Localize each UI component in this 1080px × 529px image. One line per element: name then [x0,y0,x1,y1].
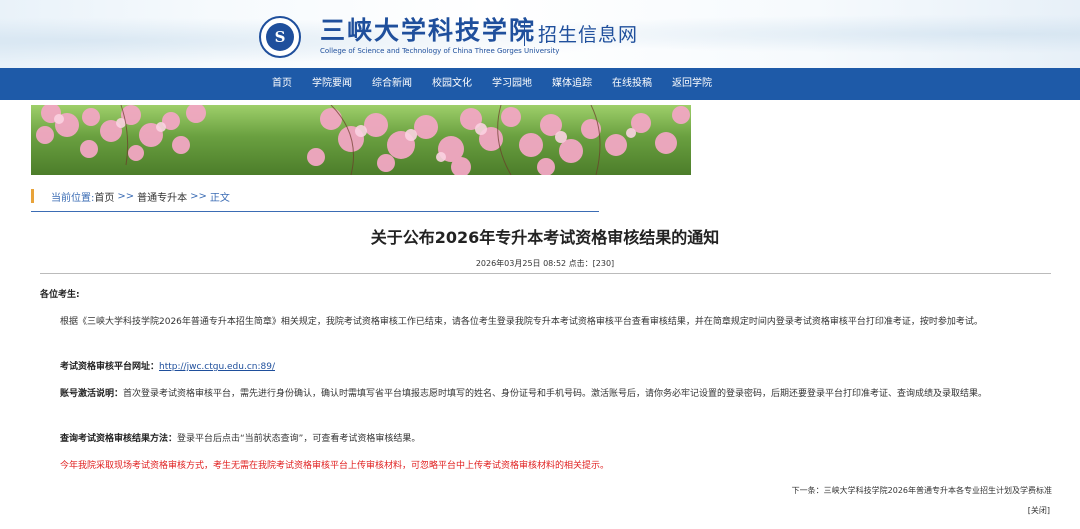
article-divider [40,273,1051,274]
article-notice-red: 今年我院采取现场考试资格审核方式，考生无需在我院考试资格审核平台上传审核材料，可… [60,461,610,471]
next-article: 下一条：三峡大学科技学院2026年普通专升本各专业招生计划及学费标准 [792,485,1052,496]
breadcrumb-separator: >> [117,190,135,202]
article-paragraph-1: 根据《三峡大学科技学院2026年普通专升本招生简章》相关规定，我院考试资格审核工… [60,317,983,327]
platform-url-link[interactable]: http://jwc.ctgu.edu.cn:89/ [159,362,275,372]
breadcrumb-accent-bar [31,189,34,203]
school-emblem-icon[interactable]: S [259,16,301,58]
next-article-link[interactable]: 三峡大学科技学院2026年普通专升本各专业招生计划及学费标准 [824,486,1052,495]
breadcrumb-separator: >> [190,190,207,202]
nav-item-submit[interactable]: 在线投稿 [612,68,652,100]
article-title: 关于公布2026年专升本考试资格审核结果的通知 [370,228,720,247]
activation-label: 账号激活说明： [60,389,124,399]
article-meta: 2026年03月25日 08:52 点击：[230] [475,259,615,268]
school-emblem-letter: S [266,23,294,51]
logo-divider [524,22,525,46]
article-query-line: 查询考试资格审核结果方法：登录平台后点击“当前状态查询”，可查看考试资格审核结果… [40,432,1051,447]
greeting-text: 各位考生: [40,290,80,300]
platform-label: 考试资格审核平台网址： [60,362,160,372]
query-label: 查询考试资格审核结果方法： [60,434,178,444]
breadcrumb: 当前位置: 首页 >> 普通专升本 >> 正文 [31,189,230,204]
close-button[interactable]: [关闭] [1028,505,1050,516]
breadcrumb-home-link[interactable]: 首页 [94,189,114,204]
activation-text: 首次登录考试资格审核平台，需先进行身份确认，确认时需填写省平台填报志愿时填写的姓… [123,389,988,399]
article-greeting: 各位考生: [40,288,1051,303]
nav-item-home[interactable]: 首页 [272,68,292,100]
article-activation-paragraph: 账号激活说明：首次登录考试资格审核平台，需先进行身份确认，确认时需填写省平台填报… [40,387,1051,402]
nav-item-study-garden[interactable]: 学习园地 [492,68,532,100]
main-nav: 首页 学院要闻 综合新闻 校园文化 学习园地 媒体追踪 在线投稿 返回学院 [0,68,1080,100]
breadcrumb-current: 正文 [209,192,230,204]
banner-image [31,105,691,175]
breadcrumb-underline [31,211,599,212]
nav-item-back-college[interactable]: 返回学院 [672,68,712,100]
article-platform-line: 考试资格审核平台网址：http://jwc.ctgu.edu.cn:89/ [40,360,1051,375]
breadcrumb-section-link[interactable]: 普通专升本 [137,189,187,204]
next-article-label: 下一条： [791,486,824,495]
nav-item-college-news[interactable]: 学院要闻 [312,68,352,100]
query-text: 登录平台后点击“当前状态查询”，可查看考试资格审核结果。 [177,434,421,444]
nav-item-general-news[interactable]: 综合新闻 [372,68,412,100]
school-name-en: College of Science and Technology of Chi… [320,47,560,55]
nav-item-media[interactable]: 媒体追踪 [552,68,592,100]
nav-list: 首页 学院要闻 综合新闻 校园文化 学习园地 媒体追踪 在线投稿 返回学院 [272,68,732,100]
breadcrumb-label: 当前位置: [51,192,95,204]
site-header: S 三峡大学科技学院 College of Science and Techno… [0,0,1080,68]
school-name-cn[interactable]: 三峡大学科技学院 [320,16,536,46]
nav-item-campus-culture[interactable]: 校园文化 [432,68,472,100]
cherry-blossom-illustration [36,105,690,175]
site-name: 招生信息网 [538,24,639,46]
